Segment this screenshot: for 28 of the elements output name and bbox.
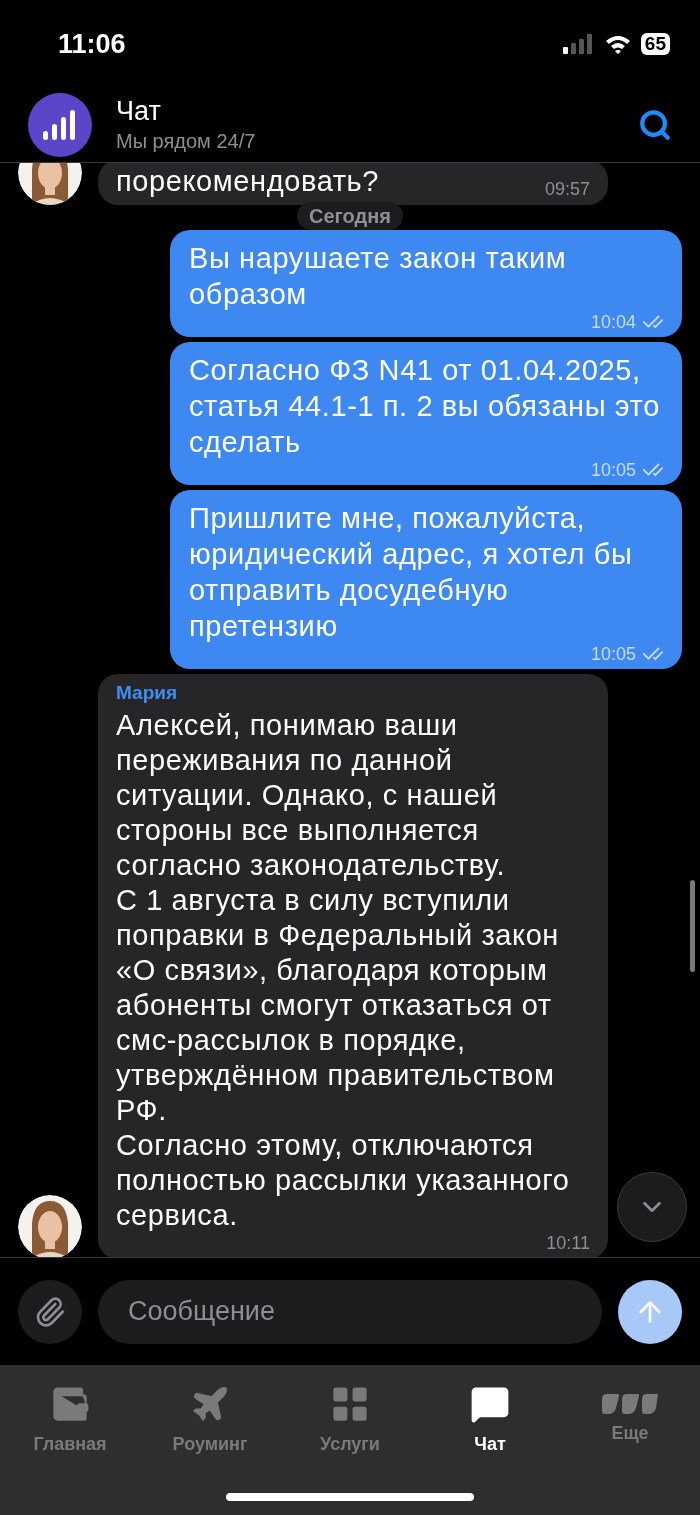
battery-indicator: 65 [640, 33, 670, 55]
app-logo [28, 93, 92, 157]
more-icon [602, 1393, 658, 1414]
tab[interactable]: Чат [420, 1382, 560, 1458]
message-time: 10:11 [545, 1233, 590, 1253]
sender-name: Мария [116, 681, 178, 705]
clock: 11:06 [58, 27, 126, 61]
message-text: Вы нарушаете закон таким образом [189, 241, 568, 312]
tab[interactable]: Роуминг [140, 1382, 280, 1458]
message-text: Пришлите мне, пожалуйста, юридический адрес, я хотел бы отправить досудебную претензию [189, 501, 634, 644]
tab[interactable]: Услуги [280, 1382, 420, 1458]
message-time: 10:05 [590, 458, 636, 482]
tab[interactable]: Главная [0, 1382, 140, 1458]
search-icon[interactable] [638, 108, 672, 142]
chat-title: Чат [116, 95, 162, 127]
message-time: 10:05 [590, 642, 636, 666]
chat-subtitle: Мы рядом 24/7 [116, 129, 257, 154]
signal-icon [562, 34, 595, 54]
paperclip-icon [34, 1295, 66, 1328]
message-text: Алексей, понимаю ваши переживания по данной ситуации. Однако, с нашей стороны все выполняется согласно законодательству. С 1 августа в силу вступили поправки в Федеральный закон «О связи», благодаря которым абоненты смогут отказаться от смс-рассылок в порядке, утверждённом правительством РФ. Согласно этому, отключаются полностью рассылки указанного сервиса. [116, 708, 571, 1233]
date-label: Сегодня [297, 202, 403, 230]
wifi-icon [604, 34, 631, 54]
message-text: порекомендовать? [116, 164, 380, 199]
message-time: 09:57 [543, 179, 590, 199]
message-field[interactable]: Сообщение [98, 1279, 602, 1344]
tab[interactable]: Еще [560, 1393, 700, 1447]
message-text: Согласно ФЗ N41 от 01.04.2025, статья 44.1-1 п. 2 вы обязаны это сделать [189, 353, 661, 460]
message-time: 10:04 [590, 310, 636, 334]
